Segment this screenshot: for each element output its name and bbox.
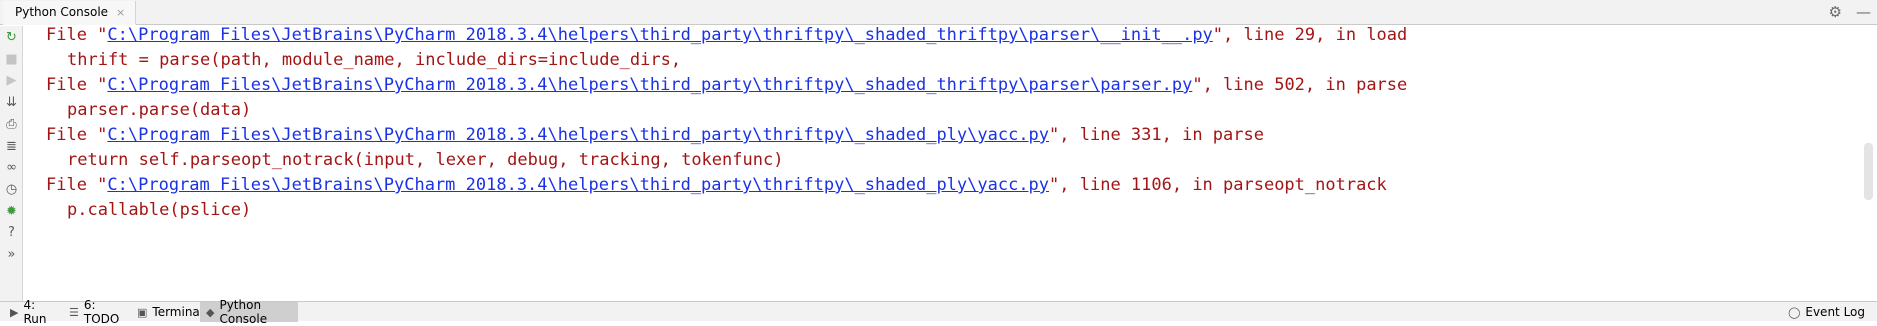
traceback-prefix: File " (46, 175, 108, 195)
traceback-file-line: File "C:\Program Files\JetBrains\PyCharm… (46, 173, 1387, 198)
traceback-code-line: p.callable(pslice) (67, 200, 252, 220)
event-log-button[interactable]: ◯ Event Log (1788, 302, 1865, 322)
event-log-icon: ◯ (1788, 305, 1801, 319)
traceback-suffix: ", line 502, in parse (1192, 75, 1408, 95)
file-path-link[interactable]: C:\Program Files\JetBrains\PyCharm 2018.… (107, 26, 1212, 45)
traceback-suffix: ", line 331, in parse (1049, 125, 1264, 145)
tool-window-run-label: 4: Run (23, 298, 47, 326)
rerun-icon[interactable]: ↻ (2, 28, 21, 47)
file-path-link[interactable]: C:\Program Files\JetBrains\PyCharm 2018.… (107, 125, 1049, 145)
stop-icon[interactable]: ■ (2, 50, 21, 69)
traceback-file-line: File "C:\Program Files\JetBrains\PyCharm… (46, 73, 1407, 98)
run-icon[interactable]: ▶ (2, 71, 21, 90)
tool-window-run-icon: ▶ (10, 305, 19, 319)
gear-icon[interactable]: ⚙ (1829, 3, 1842, 21)
debug-icon[interactable]: ✹ (2, 202, 21, 221)
tool-window-python-console[interactable]: ◆ Python Console (200, 298, 298, 326)
close-icon[interactable]: × (116, 7, 125, 18)
tab-python-console[interactable]: Python Console × (3, 1, 137, 25)
tool-window-python-console-label: Python Console (219, 298, 268, 326)
tool-window-terminal-label: Terminal (152, 305, 204, 319)
minimize-icon[interactable]: — (1856, 3, 1871, 21)
traceback-file-line: File "C:\Program Files\JetBrains\PyCharm… (46, 123, 1264, 148)
tab-label: Python Console (15, 5, 109, 19)
help-icon[interactable]: ? (2, 223, 21, 242)
console-toolbar: ↻ ■ ▶ ⇊ ⎙ ≣ ∞ ◷ ✹? » (0, 26, 23, 301)
tool-window-bar: ◯ Event Log ▶ 4: Run ☰ 6: TODO ▣ Terminal ◆ Pyt… (0, 298, 1877, 326)
file-path-link[interactable]: C:\Program Files\JetBrains\PyCharm 2018.… (107, 75, 1192, 95)
tool-window-python-console-icon: ◆ (206, 305, 215, 319)
console-tab-bar: Python Console × ⚙ — (0, 0, 1877, 25)
vertical-scrollbar[interactable] (1859, 26, 1877, 301)
traceback-suffix: ", line 1106, in parseopt_notrack (1049, 175, 1387, 195)
console-output[interactable]: File "C:\Program Files\JetBrains\PyCharm… (24, 26, 1859, 301)
history-icon[interactable]: ◷ (2, 180, 21, 199)
tool-window-todo[interactable]: ☰ 6: TODO (63, 298, 125, 326)
scroll-end-icon[interactable]: ⇊ (2, 93, 21, 112)
more-icon[interactable]: » (2, 245, 21, 264)
variables-icon[interactable]: ∞ (2, 158, 21, 177)
top-actions: ⚙ — (1829, 3, 1871, 21)
soft-wrap-icon[interactable]: ≣ (2, 137, 21, 156)
traceback-code-line: thrift = parse(path, module_name, includ… (67, 50, 682, 70)
scrollbar-thumb[interactable] (1864, 143, 1873, 200)
event-log-label: Event Log (1805, 305, 1865, 319)
print-icon[interactable]: ⎙ (2, 115, 21, 134)
traceback-prefix: File " (46, 26, 108, 45)
tool-window-todo-label: 6: TODO (83, 298, 120, 326)
tool-window-todo-icon: ☰ (69, 305, 79, 319)
tool-window-terminal[interactable]: ▣ Terminal (131, 302, 203, 322)
tool-window-terminal-icon: ▣ (137, 305, 148, 319)
traceback-code-line: parser.parse(data) (67, 100, 252, 120)
file-path-link[interactable]: C:\Program Files\JetBrains\PyCharm 2018.… (107, 175, 1049, 195)
traceback-prefix: File " (46, 125, 108, 145)
traceback-suffix: ", line 29, in load (1212, 26, 1408, 45)
traceback-file-line: File "C:\Program Files\JetBrains\PyCharm… (46, 26, 1407, 48)
tool-window-run[interactable]: ▶ 4: Run (4, 298, 57, 326)
traceback-code-line: return self.parseopt_notrack(input, lexe… (67, 150, 784, 170)
traceback-prefix: File " (46, 75, 108, 95)
